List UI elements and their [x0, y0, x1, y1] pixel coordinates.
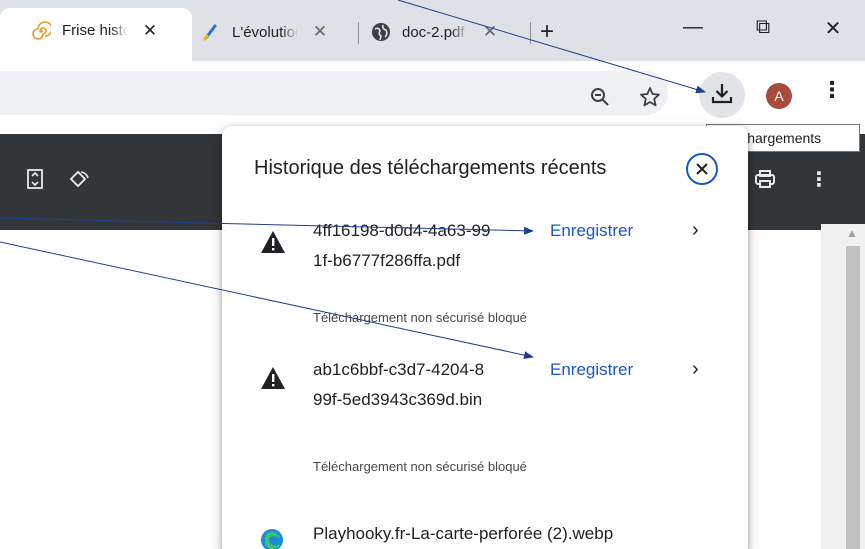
window-close-button[interactable]: ✕: [818, 16, 848, 41]
pdf-menu-icon[interactable]: ⋮: [806, 166, 832, 192]
edge-file-icon: [261, 529, 283, 549]
warning-icon: [261, 367, 285, 389]
bubble-title: Historique des téléchargements récents: [254, 157, 607, 179]
browser-menu-icon[interactable]: ⋮: [820, 79, 844, 101]
tab-close-icon[interactable]: ✕: [140, 21, 160, 41]
chevron-right-icon[interactable]: ›: [692, 219, 699, 242]
download-filename: ab1c6bbf-c3d7-4204-899f-5ed3943c369d.bin: [313, 360, 485, 409]
tab-strip: Frise historique ✕ L'évolution ✕ doc-2.p…: [0, 0, 865, 61]
print-icon[interactable]: [752, 166, 778, 192]
save-button[interactable]: Enregistrer: [550, 221, 633, 241]
rotate-icon[interactable]: [66, 166, 92, 192]
tab-close-icon[interactable]: ✕: [310, 22, 330, 42]
download-icon: [710, 81, 734, 110]
close-icon[interactable]: [686, 153, 718, 185]
tab-title: L'évolution: [232, 23, 298, 41]
tab-separator: [358, 22, 359, 44]
zoom-icon[interactable]: [586, 83, 614, 111]
chevron-right-icon[interactable]: ›: [692, 358, 699, 381]
browser-toolbar: A ⋮: [0, 61, 865, 123]
globe-icon: [370, 21, 392, 43]
bookmark-star-icon[interactable]: [636, 83, 664, 111]
avatar[interactable]: A: [766, 83, 792, 109]
download-status: Téléchargement non sécurisé bloqué: [313, 310, 527, 325]
tab-title: Frise historique: [62, 22, 128, 39]
warning-icon: [261, 231, 285, 253]
pen-favicon-icon: [200, 21, 222, 43]
scrollbar-thumb[interactable]: [846, 246, 860, 549]
save-button[interactable]: Enregistrer: [550, 360, 633, 380]
tab-separator: [530, 22, 531, 44]
download-status: Téléchargement non sécurisé bloqué: [313, 459, 527, 474]
download-filename: 4ff16198-d0d4-4a63-991f-b6777f286ffa.pdf: [313, 221, 491, 270]
tab-doc2[interactable]: doc-2.pdf ✕: [366, 12, 500, 52]
tab-evolution[interactable]: L'évolution ✕: [196, 12, 330, 52]
restore-button[interactable]: ⧉: [748, 16, 778, 39]
tab-frise[interactable]: Frise historique ✕: [0, 8, 192, 61]
tab-close-icon[interactable]: ✕: [480, 22, 500, 42]
page-fit-icon[interactable]: [22, 166, 48, 192]
downloads-bubble: Historique des téléchargements récents 4…: [222, 126, 748, 549]
tab-title: doc-2.pdf: [402, 23, 465, 41]
swirl-favicon-icon: [30, 20, 52, 42]
new-tab-button[interactable]: +: [540, 18, 554, 46]
downloads-button[interactable]: [699, 72, 745, 118]
download-filename: Playhooky.fr-La-carte-perforée (2).webp: [313, 524, 614, 543]
address-bar[interactable]: [0, 71, 668, 115]
minimize-button[interactable]: —: [678, 16, 708, 39]
scroll-up-arrow-icon[interactable]: ▲: [846, 226, 858, 240]
